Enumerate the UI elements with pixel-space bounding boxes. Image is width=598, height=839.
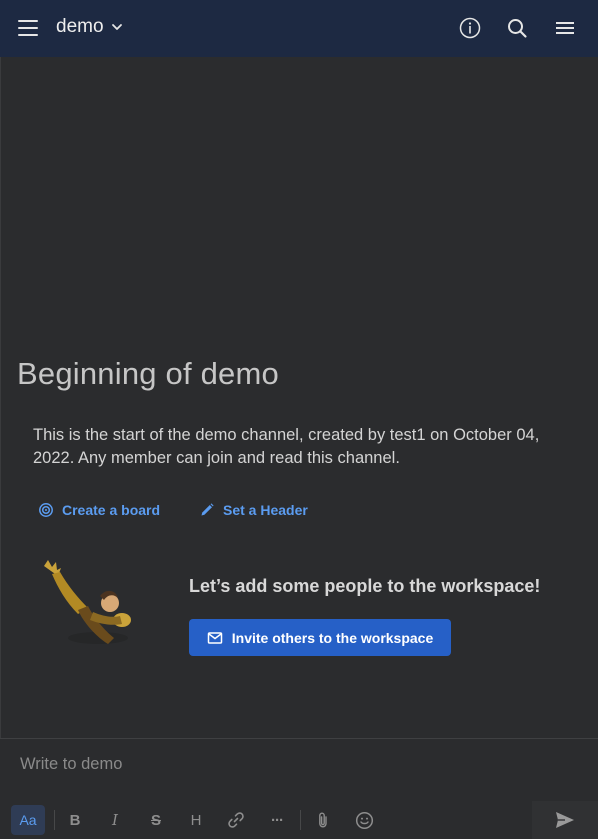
toolbar-divider: [54, 810, 55, 830]
channel-header: demo: [0, 0, 598, 57]
heading-button[interactable]: H: [185, 807, 207, 833]
strikethrough-button[interactable]: S: [145, 807, 167, 833]
info-icon[interactable]: [458, 16, 482, 40]
link-icon: [228, 812, 244, 828]
set-header-link[interactable]: Set a Header: [199, 502, 308, 518]
formatting-toolbar: Aa B I S H ···: [0, 801, 598, 839]
set-header-label: Set a Header: [223, 502, 308, 518]
search-icon[interactable]: [505, 16, 529, 40]
smiley-icon: [355, 811, 373, 829]
italic-button[interactable]: I: [104, 807, 126, 833]
create-board-label: Create a board: [62, 502, 161, 518]
paperclip-icon: [319, 812, 327, 828]
waving-person-illustration: [44, 560, 131, 644]
channel-intro-description: This is the start of the demo channel, c…: [33, 426, 540, 467]
menu-icon[interactable]: [18, 20, 38, 36]
channel-switcher[interactable]: demo: [56, 16, 124, 38]
chevron-down-icon: [111, 24, 122, 30]
more-formatting-button[interactable]: ···: [266, 807, 288, 833]
mail-icon: [207, 631, 222, 644]
target-icon: [39, 503, 53, 517]
send-button[interactable]: [532, 801, 598, 839]
message-input[interactable]: Write to demo: [20, 755, 122, 774]
attachment-button[interactable]: [312, 807, 334, 833]
create-board-link[interactable]: Create a board: [38, 502, 160, 518]
formatting-toggle-button[interactable]: Aa: [11, 805, 45, 835]
channel-intro-title: Beginning of demo: [17, 356, 279, 391]
list-menu-icon[interactable]: [553, 16, 577, 40]
channel-name: demo: [56, 16, 104, 37]
send-icon: [556, 812, 574, 828]
invite-button-label: Invite others to the workspace: [231, 629, 434, 646]
bold-button[interactable]: B: [64, 807, 86, 833]
invite-others-button[interactable]: Invite others to the workspace: [189, 619, 451, 656]
pencil-icon: [201, 503, 214, 516]
message-composer: Write to demo Aa B I S H ···: [0, 738, 598, 839]
link-button[interactable]: [225, 807, 247, 833]
invite-heading: Let’s add some people to the workspace!: [189, 576, 541, 596]
emoji-button[interactable]: [353, 807, 375, 833]
toolbar-divider: [300, 810, 301, 830]
